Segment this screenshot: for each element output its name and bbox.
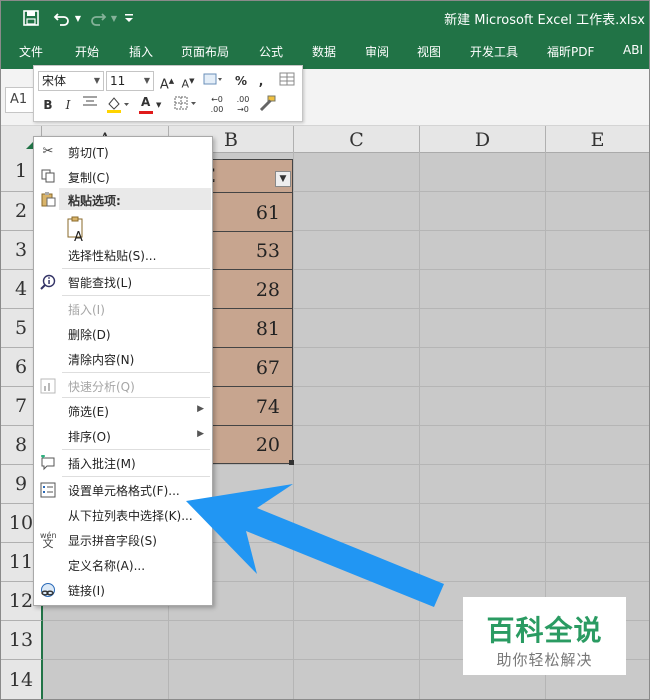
watermark-title: 百科全说 xyxy=(486,614,603,647)
watermark-logo: 百科全说 助你轻松解决 xyxy=(463,597,626,675)
watermark-subtitle: 助你轻松解决 xyxy=(496,651,593,669)
excel-window: ▼ ▼ 新建 Microsoft Excel 工作表.xlsx 文件 开始 插入… xyxy=(0,0,650,700)
annotation-arrow xyxy=(186,484,444,607)
